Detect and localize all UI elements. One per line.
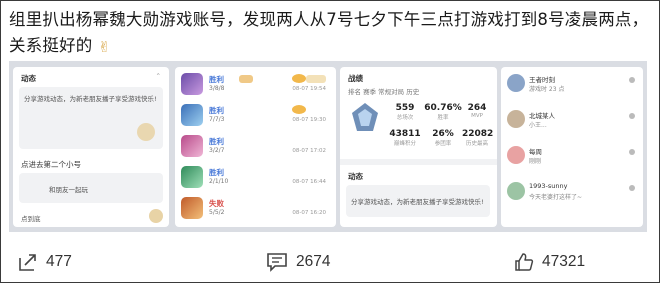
match-result: 胜利: [209, 106, 224, 115]
match-date: 08-07 17:02: [292, 148, 326, 154]
share-button[interactable]: 477: [18, 252, 72, 272]
stat-value: 264: [467, 103, 487, 113]
gold-medal-icon: [292, 74, 306, 83]
stat-value: 559: [395, 103, 415, 113]
rank-badge: [306, 75, 326, 83]
like-button[interactable]: 47321: [514, 252, 585, 272]
post-text-line2: 关系挺好的: [9, 36, 93, 55]
hero-avatar: [181, 166, 203, 188]
avatar: [507, 182, 525, 200]
stat-value: 26%: [432, 129, 454, 139]
match-date: 08-07 16:44: [292, 179, 326, 185]
rank-emblem-icon: [352, 103, 378, 131]
match-result: 胜利: [209, 168, 224, 177]
divider: [340, 159, 497, 165]
friend-status: 今天老婆打这样了~: [529, 194, 583, 201]
avatar: [507, 74, 525, 92]
comment-icon: [267, 253, 287, 272]
hero-avatar: [181, 135, 203, 157]
like-count: 47321: [542, 253, 586, 270]
more-icon: [629, 185, 635, 191]
friend-status: 游戏时 23 点: [529, 86, 565, 93]
hero-avatar: [181, 73, 203, 95]
match-row[interactable]: 胜利 3/2/7 08-07 17:02: [181, 132, 330, 160]
dynamic-line: 分享游戏动态，为新老朋友播子享受游戏快乐!: [24, 95, 157, 103]
stat-label: 总场次: [396, 115, 414, 121]
more-icon: [629, 113, 635, 119]
friend-name: 北城某人: [529, 112, 555, 120]
screenshot-stats-page[interactable]: 战绩 排名 赛季 常规对局 历史 559 总场次 60.76% 胜率 264 M…: [340, 67, 497, 227]
friend-item[interactable]: 王者时刻 游戏时 23 点: [507, 71, 637, 101]
screenshot-friend-list[interactable]: 王者时刻 游戏时 23 点 北城某人 小王... 每周 刚刚 1993-sunn…: [501, 67, 643, 227]
section-title: 动态: [348, 172, 363, 181]
sub-label: 和朋友一起玩: [49, 186, 88, 194]
match-kda: 3/8/8: [209, 85, 225, 92]
hero-avatar: [181, 197, 203, 219]
match-date: 08-07 19:30: [292, 117, 326, 123]
match-date: 08-07 16:20: [292, 210, 326, 216]
mvp-badge: [239, 75, 253, 83]
gift-icon: [149, 209, 163, 223]
stat-value: 43811: [389, 129, 421, 139]
stat-label: 胜率: [437, 115, 449, 121]
friend-status: 刚刚: [529, 158, 542, 165]
avatar: [507, 146, 525, 164]
footer-label: 点到底: [21, 215, 41, 223]
match-kda: 3/2/7: [209, 147, 225, 154]
friend-status: 小王...: [529, 122, 547, 129]
match-kda: 2/1/10: [209, 178, 229, 185]
stat-label: 历史最高: [465, 141, 488, 147]
comment-button[interactable]: 2674: [266, 252, 330, 272]
dynamic-line: 分享游戏动态，为新老朋友播子享受游戏快乐!: [351, 198, 484, 206]
more-icon: [629, 149, 635, 155]
friend-item[interactable]: 1993-sunny 今天老婆打这样了~: [507, 179, 637, 209]
stat-label: 参团率: [434, 141, 452, 147]
screenshot-dynamic-page[interactable]: 动态 ⌃ 分享游戏动态，为新老朋友播子享受游戏快乐! 点进去第二个小号 和朋友一…: [13, 67, 169, 227]
more-icon: [629, 77, 635, 83]
post-text-line1: 组里扒出杨幂魏大勋游戏账号，发现两人从7号七夕下午三点打游戏打到8号凌晨两点，: [9, 10, 649, 29]
friend-name: 王者时刻: [529, 76, 555, 84]
chevron-up-icon: ⌃: [155, 72, 161, 80]
section-label: 点进去第二个小号: [21, 160, 81, 169]
match-kda: 7/7/3: [209, 116, 225, 123]
sub-box: 和朋友一起玩: [19, 173, 163, 203]
match-result: 胜利: [209, 75, 224, 84]
match-date: 08-07 19:54: [292, 86, 326, 92]
stat-label: MVP: [471, 113, 483, 119]
stat-value: 60.76%: [424, 103, 462, 113]
dynamic-box: 分享游戏动态，为新老朋友播子享受游戏快乐!: [19, 87, 163, 149]
image-strip[interactable]: 动态 ⌃ 分享游戏动态，为新老朋友播子享受游戏快乐! 点进去第二个小号 和朋友一…: [9, 61, 647, 232]
share-icon: [19, 254, 36, 271]
stat-value: 22082: [462, 129, 494, 139]
avatar: [507, 110, 525, 128]
action-bar: 477 2674 47321: [0, 240, 660, 280]
post-text: 组里扒出杨幂魏大勋游戏账号，发现两人从7号七夕下午三点打游戏打到8号凌晨两点， …: [9, 7, 649, 60]
friend-item[interactable]: 每周 刚刚: [507, 143, 637, 173]
dynamic-box: 分享游戏动态，为新老朋友播子享受游戏快乐!: [346, 185, 490, 217]
gold-medal-icon: [292, 105, 306, 114]
match-kda: 5/5/2: [209, 209, 225, 216]
friend-name: 每周: [529, 148, 542, 156]
friend-item[interactable]: 北城某人 小王...: [507, 107, 637, 137]
match-row[interactable]: 胜利 2/1/10 08-07 16:44: [181, 163, 330, 191]
comment-count: 2674: [296, 253, 331, 270]
card-title: 动态: [21, 74, 36, 83]
stats-tabs[interactable]: 排名 赛季 常规对局 历史: [348, 86, 419, 96]
victory-hand-icon: ✌: [97, 38, 111, 56]
hero-avatar: [181, 104, 203, 126]
match-row[interactable]: 失败 5/5/2 08-07 16:20: [181, 194, 330, 222]
camera-icon: [137, 123, 155, 141]
match-row[interactable]: 胜利 7/7/3 08-07 19:30: [181, 101, 330, 129]
card-title: 战绩: [348, 74, 363, 83]
match-row[interactable]: 胜利 3/8/8 08-07 19:54: [181, 70, 330, 98]
stat-label: 巅峰积分: [393, 141, 416, 147]
thumbs-up-icon: [515, 253, 534, 271]
match-result: 失败: [209, 199, 224, 208]
screenshot-match-history[interactable]: 胜利 3/8/8 08-07 19:54 胜利 7/7/3 08-07 19:3…: [175, 67, 336, 227]
match-result: 胜利: [209, 137, 224, 146]
friend-name: 1993-sunny: [529, 182, 568, 190]
share-count: 477: [46, 253, 72, 270]
